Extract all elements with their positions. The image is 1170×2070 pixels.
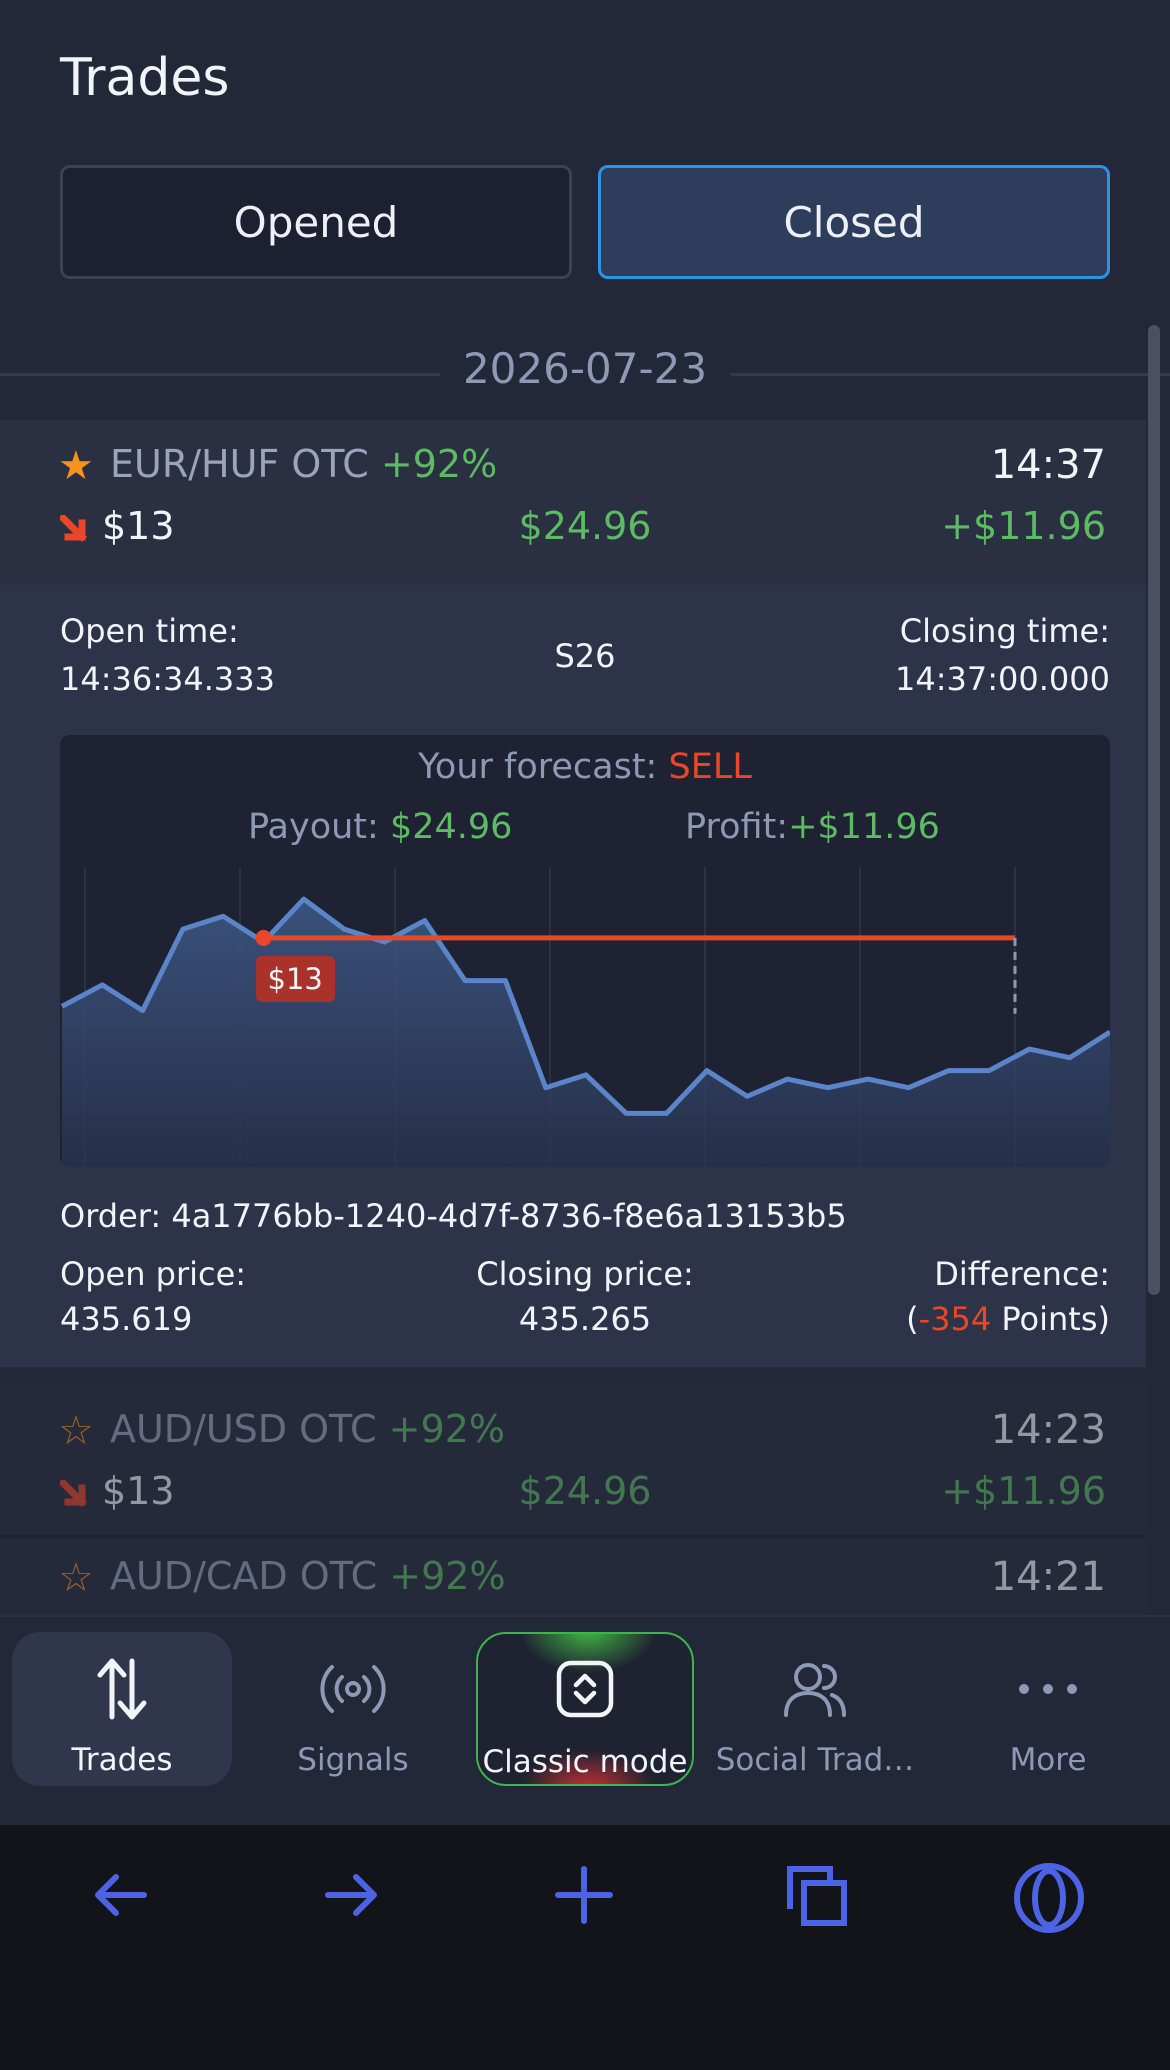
trade-pair-name: AUD/CAD OTC [110,1554,378,1598]
nav-label: Classic mode [482,1744,688,1780]
back-arrow-icon[interactable] [90,1865,150,1925]
chart-payout-label: Payout: [248,807,390,847]
nav-classic-mode[interactable]: Classic mode [476,1632,694,1786]
trade-percent: +92% [389,1554,506,1598]
nav-label: Trades [71,1742,173,1778]
trade-row-expanded[interactable]: ★ EUR/HUF OTC +92% 14:37 $13 $24.96 +$11… [0,420,1146,585]
chart-profit-label: Profit: [685,807,789,847]
closing-time-label: Closing time: [899,612,1110,650]
trade-time: 14:23 [990,1407,1106,1453]
trade-pair: AUD/USD OTC +92% [110,1407,505,1451]
nav-social-trading[interactable]: Social Trad… [705,1632,925,1786]
opera-logo-icon[interactable] [1012,1861,1086,1935]
scrollbar[interactable] [1148,325,1160,1295]
difference-points: -354 [918,1300,992,1338]
nav-label: More [1009,1742,1087,1778]
new-tab-plus-icon[interactable] [554,1865,614,1925]
trade-pair-name: EUR/HUF OTC [110,442,369,486]
trade-percent: +92% [380,442,498,486]
trade-time: 14:21 [990,1554,1106,1600]
nav-label: Social Trad… [715,1742,915,1778]
tab-opened[interactable]: Opened [60,165,572,279]
nav-more[interactable]: More [938,1632,1158,1786]
trade-time: 14:37 [990,442,1106,488]
chart-payout-value: $24.96 [389,807,513,847]
order-value[interactable]: 4a1776bb-1240-4d7f-8736-f8e6a13153b5 [171,1197,846,1235]
trade-percent: +92% [388,1407,505,1451]
price-line-chart [60,867,1110,1167]
users-icon [784,1663,846,1717]
forecast-line: Your forecast: SELL [60,747,1110,787]
trade-row[interactable]: ☆ AUD/CAD OTC +92% 14:21 [0,1538,1146,1615]
order-label: Order: [60,1197,172,1235]
star-filled-icon[interactable]: ★ [58,446,94,486]
bottom-nav: Trades Signals Classic mode Social Trad… [0,1615,1170,1825]
tabs-icon[interactable] [786,1865,848,1927]
tab-closed[interactable]: Closed [598,165,1110,279]
broadcast-icon [320,1665,386,1713]
browser-toolbar [0,1825,1170,2070]
entry-point [255,929,272,946]
forecast-label: Your forecast: [418,747,669,787]
chart-payout: Payout: $24.96 [248,807,512,847]
forward-arrow-icon[interactable] [322,1865,382,1925]
arrows-up-down-icon [97,1658,147,1720]
trade-pair: EUR/HUF OTC +92% [110,442,497,486]
nav-signals[interactable]: Signals [243,1632,463,1786]
mode-toggle-icon [556,1660,614,1718]
chart-profit: Profit:+$11.96 [685,807,940,847]
star-outline-icon[interactable]: ☆ [58,1411,94,1451]
closing-time-value: 14:37:00.000 [895,660,1110,698]
star-outline-icon[interactable]: ☆ [58,1558,94,1598]
page-title: Trades [60,48,230,108]
nav-label: Signals [297,1742,409,1778]
chart-profit-value: +$11.96 [788,807,940,847]
difference-value: (-354 Points) [906,1300,1110,1338]
nav-trades[interactable]: Trades [12,1632,232,1786]
trade-profit: +$11.96 [941,504,1106,548]
difference-open: ( [906,1300,919,1338]
forecast-value: SELL [668,747,752,787]
date-label: 2026-07-23 [462,344,708,393]
trade-chart: Your forecast: SELL Payout: $24.96 Profi… [60,735,1110,1167]
date-group-header: 2026-07-23 [0,340,1170,400]
trade-profit: +$11.96 [941,1469,1106,1513]
difference-label: Difference: [934,1255,1110,1293]
difference-unit: Points) [991,1300,1110,1338]
trade-pair-name: AUD/USD OTC [110,1407,377,1451]
more-dots-icon [1019,1684,1077,1694]
order-id: Order: 4a1776bb-1240-4d7f-8736-f8e6a1315… [60,1197,847,1235]
entry-amount-badge: $13 [255,955,335,1002]
trade-pair: AUD/CAD OTC +92% [110,1554,506,1598]
trade-row[interactable]: ☆ AUD/USD OTC +92% 14:23 $13 $24.96 +$11… [0,1385,1146,1535]
